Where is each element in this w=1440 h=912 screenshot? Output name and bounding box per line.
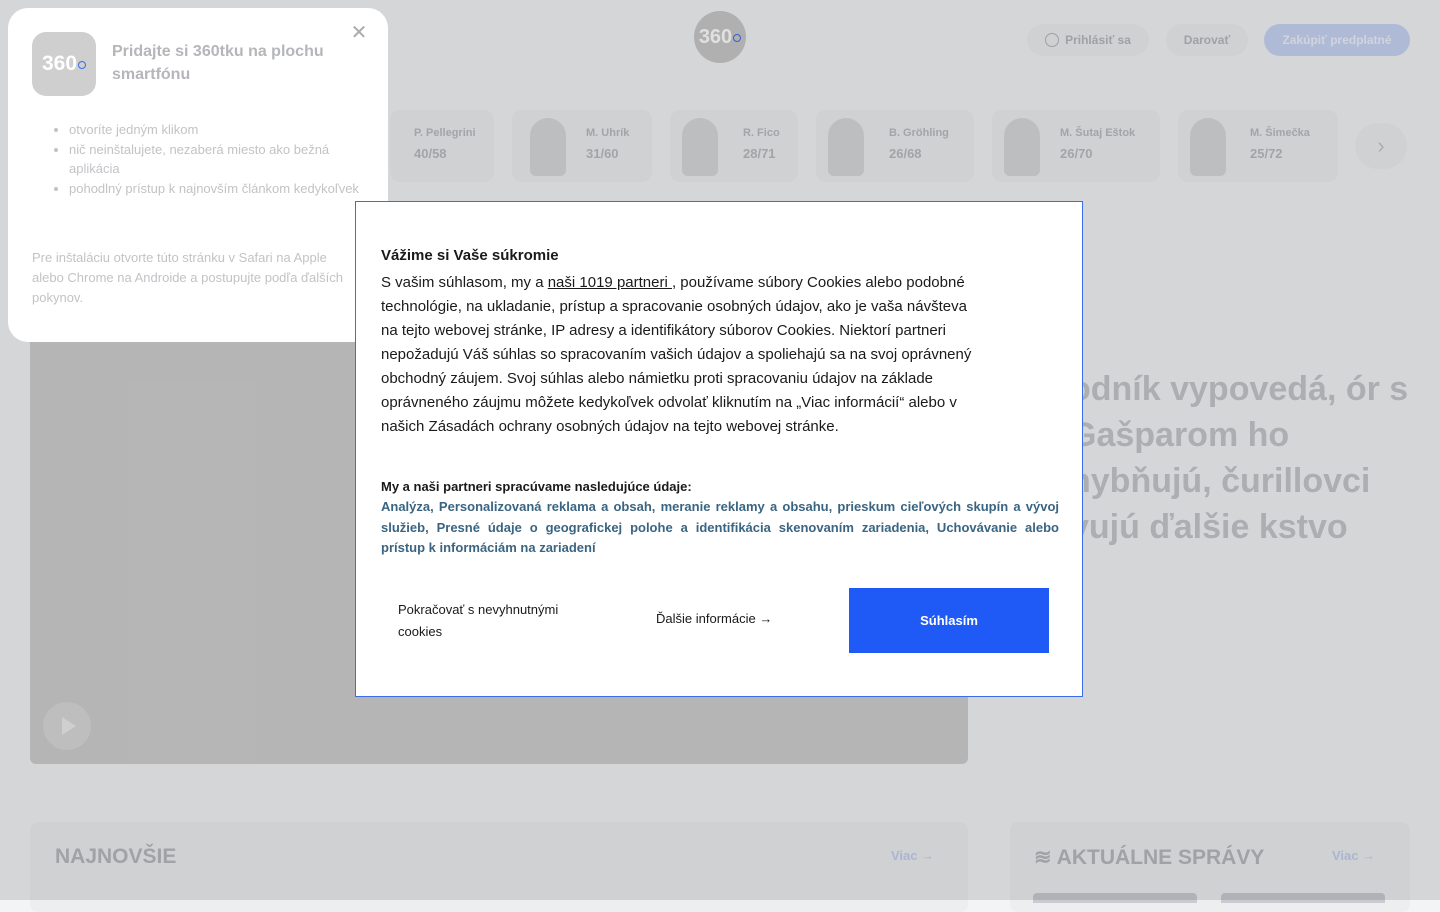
app-benefits-list: otvoríte jedným klikom nič neinštalujete… xyxy=(32,120,379,198)
list-item: nič neinštalujete, nezaberá miesto ako b… xyxy=(69,140,379,179)
cookie-body-end: , používame súbory Cookies alebo podobné… xyxy=(381,274,972,435)
accept-button[interactable]: Súhlasím xyxy=(849,588,1049,653)
partners-link[interactable]: naši 1019 partneri xyxy=(548,274,672,291)
purposes-list[interactable]: Analýza, Personalizovaná reklama a obsah… xyxy=(381,497,1059,559)
add-to-homescreen-card: 360 Pridajte si 360tku na plochu smartfó… xyxy=(8,8,388,342)
app-logo: 360 xyxy=(32,32,96,96)
list-item: pohodlný prístup k najnovším článkom ked… xyxy=(69,179,379,199)
cookie-consent-dialog: Vážime si Vaše súkromie S vašim súhlasom… xyxy=(355,201,1083,697)
purposes-heading: My a naši partneri spracúvame nasledujúc… xyxy=(381,479,692,494)
list-item: otvoríte jedným klikom xyxy=(69,120,379,140)
cookie-description: S vašim súhlasom, my a naši 1019 partner… xyxy=(381,271,981,439)
close-icon[interactable]: ✕ xyxy=(348,22,370,44)
app-prompt-title: Pridajte si 360tku na plochu smartfónu xyxy=(112,43,324,83)
more-info-button[interactable]: Ďalšie informácie → xyxy=(656,611,772,626)
logo-dot-icon xyxy=(78,61,87,69)
install-instructions: Pre inštaláciu otvorte túto stránku v Sa… xyxy=(32,250,343,305)
necessary-only-button[interactable]: Pokračovať s nevyhnutnými cookies xyxy=(398,599,588,643)
app-logo-text: 360 xyxy=(41,52,78,75)
cookie-title: Vážime si Vaše súkromie xyxy=(381,247,559,264)
cookie-body-start: S vašim súhlasom, my a xyxy=(381,274,548,291)
